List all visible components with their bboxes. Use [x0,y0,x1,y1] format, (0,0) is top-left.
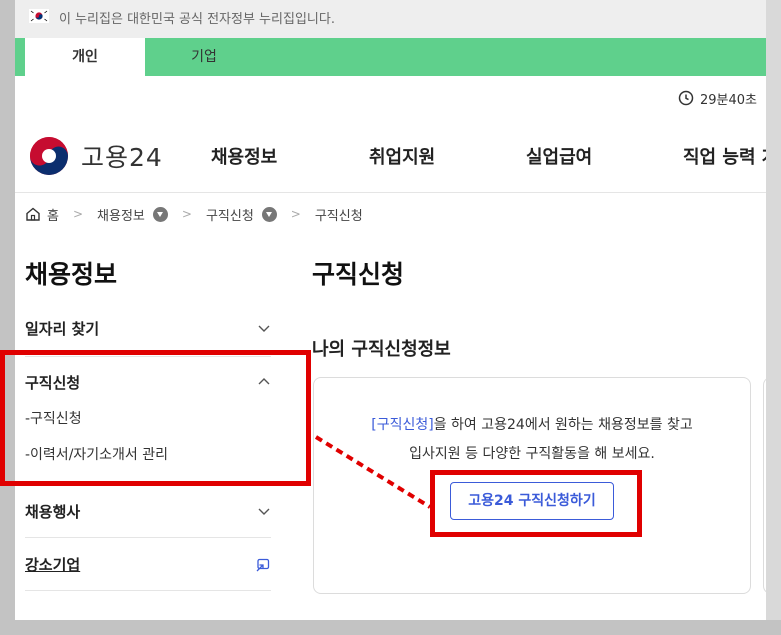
sidebar-divider [25,590,271,591]
breadcrumb: 홈 > 채용정보 > 구직신청 > 구직신청 [25,204,363,224]
annotation-highlight-sidebar [0,350,311,486]
korea-flag-icon [29,9,49,23]
chevron-down-icon [258,508,270,515]
gov-banner: 이 누리집은 대한민국 공식 전자정부 누리집입니다. [15,0,766,38]
chevron-right-icon: > [181,207,192,221]
sidebar-item-label: 강소기업 [25,556,81,574]
page-title: 구직신청 [312,260,405,289]
header-divider [15,192,766,193]
breadcrumb-home-label: 홈 [47,208,59,224]
card-message-text: 을 하여 고용24에서 원하는 채용정보를 찾고 [433,417,693,433]
sidebar-title: 채용정보 [25,260,118,289]
gnb-item-jobs[interactable]: 채용정보 [211,143,277,169]
breadcrumb-level1: 채용정보 [97,208,145,224]
gnb-item-employment-support[interactable]: 취업지원 [369,143,435,169]
sidebar-item-job-search[interactable]: 일자리 찾기 [25,318,271,342]
bottom-strip [0,620,781,635]
scrollbar-track[interactable] [766,0,781,635]
logo-text: 고용24 [81,143,163,172]
card-message-line1: [구직신청]을 하여 고용24에서 원하는 채용정보를 찾고 [314,414,750,434]
dropdown-circle-icon[interactable] [152,206,168,222]
sidebar-divider [25,537,271,538]
dropdown-circle-icon[interactable] [261,206,277,222]
external-link-icon [256,558,270,572]
chevron-down-icon [258,325,270,332]
clock-icon [678,90,694,106]
session-timer: 29분40초 [678,88,757,108]
chevron-right-icon: > [290,207,301,221]
chevron-right-icon: > [72,207,84,221]
breadcrumb-home[interactable]: 홈 [25,205,59,224]
gnb-item-unemployment-benefits[interactable]: 실업급여 [526,143,592,169]
timer-text: 29분40초 [700,92,758,108]
card-message-line2: 입사지원 등 다양한 구직활동을 해 보세요. [409,446,655,462]
site-logo[interactable]: 고용24 [27,136,163,176]
audience-tabbar: 개인 기업 [15,38,766,76]
gov-banner-text: 이 누리집은 대한민국 공식 전자정부 누리집입니다. [59,12,335,27]
breadcrumb-level2: 구직신청 [205,208,254,224]
sidebar-item-label: 일자리 찾기 [25,320,100,338]
tab-company[interactable]: 기업 [145,38,263,76]
sidebar-item-label: 채용행사 [25,503,81,521]
page: 이 누리집은 대한민국 공식 전자정부 누리집입니다. 개인 기업 29분40초… [15,0,766,620]
breadcrumb-current: 구직신청 [314,208,363,224]
home-icon [26,207,40,221]
card-message-highlight: [구직신청] [371,417,434,433]
sidebar-item-job-fairs[interactable]: 채용행사 [25,501,271,525]
taegeuk-logo-icon [30,137,68,175]
sidebar-item-small-giant-companies[interactable]: 강소기업 [25,554,271,578]
tab-personal[interactable]: 개인 [25,38,145,76]
section-title: 나의 구직신청정보 [312,339,451,360]
annotation-highlight-button [430,470,642,537]
gnb-item-vocational-training[interactable]: 직업 능력 개 [683,143,766,169]
